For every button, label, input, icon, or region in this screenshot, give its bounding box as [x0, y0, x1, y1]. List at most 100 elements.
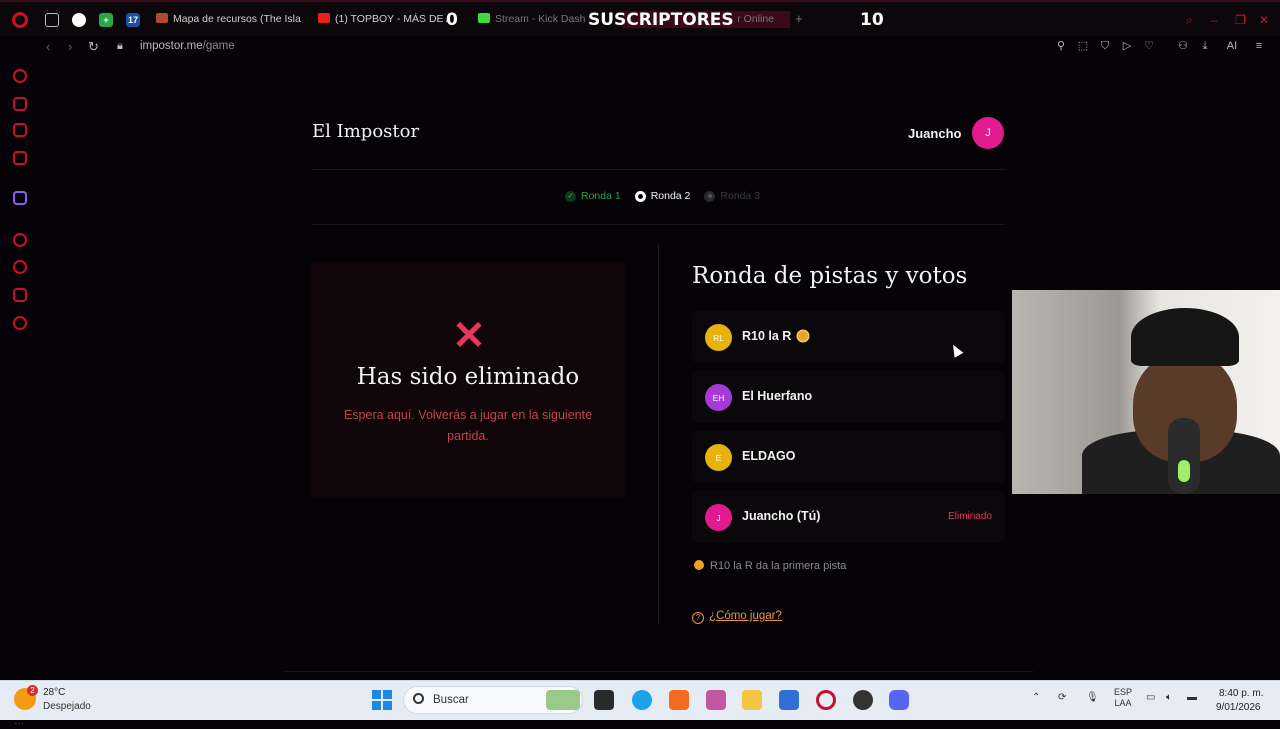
discord-icon[interactable] [889, 690, 909, 710]
tray-sync-icon[interactable]: ⟳ [1058, 692, 1066, 703]
subscriber-count: 0 [446, 10, 458, 30]
tab-youtube[interactable]: (1) TOPBOY - MÁS DE A [318, 13, 450, 25]
player-status-badge: Eliminado [948, 511, 992, 522]
sidebar-twitch-icon[interactable] [13, 191, 27, 205]
forward-icon[interactable]: › [68, 39, 72, 54]
app-title[interactable]: El Impostor [312, 121, 419, 142]
workspaces-icon[interactable] [45, 13, 59, 27]
round-stepper: ✓ Ronda 1 Ronda 2 Ronda 3 [565, 190, 760, 202]
tab-mapa-recursos[interactable]: Mapa de recursos (The Isla [156, 13, 302, 25]
brave-icon[interactable] [669, 690, 689, 710]
github-icon[interactable] [72, 13, 86, 27]
tray-battery-icon[interactable]: ▬ [1187, 692, 1197, 703]
sidebar-settings-icon[interactable] [13, 316, 27, 330]
opera-gx-icon[interactable] [816, 690, 836, 710]
kick-icon [478, 13, 490, 23]
reload-icon[interactable]: ↻ [88, 39, 99, 55]
heart-icon[interactable]: ♡ [1143, 40, 1155, 52]
user-name: Juancho [908, 126, 962, 141]
sidebar-speed-dial-icon[interactable] [13, 69, 27, 83]
webcam-person-cap [1131, 308, 1239, 366]
player-row[interactable]: EH El Huerfano [692, 371, 1005, 423]
copilot-icon[interactable] [706, 690, 726, 710]
player-avatar: E [705, 444, 732, 471]
download-icon[interactable]: ⤓ [1199, 40, 1211, 52]
eliminated-subtitle: Espera aquí. Volverás a jugar en la sigu… [343, 408, 593, 443]
round-title: Ronda de pistas y votos [692, 263, 968, 289]
back-icon[interactable]: ‹ [46, 39, 50, 54]
round-3: Ronda 3 [704, 190, 760, 202]
header-divider [312, 169, 1005, 170]
browser-sidebar: GX ··· [0, 58, 40, 729]
eliminated-title: Has sido eliminado [356, 364, 580, 390]
sidebar-player-icon[interactable] [13, 233, 27, 247]
footer-divider [285, 671, 1033, 672]
sheets-icon[interactable]: + [99, 13, 113, 27]
calendar-icon[interactable]: 17 [126, 13, 140, 27]
play-icon[interactable]: ▷ [1121, 40, 1133, 52]
search-icon [413, 693, 424, 704]
new-tab-icon[interactable]: + [795, 11, 803, 26]
current-round-icon [634, 190, 646, 202]
sun-turn-icon [798, 331, 809, 341]
search-placeholder: Buscar [433, 694, 469, 706]
close-icon[interactable]: ✕ [1259, 13, 1269, 27]
weather-temperature[interactable]: 28°C [43, 687, 65, 698]
player-avatar: J [705, 504, 732, 531]
column-divider [658, 244, 659, 624]
obs-icon[interactable] [853, 690, 873, 710]
player-name: ELDAGO [742, 449, 796, 463]
opera-logo-icon[interactable] [12, 12, 28, 28]
minimize-icon[interactable]: – [1211, 13, 1218, 27]
snapshot-icon[interactable]: ⬚ [1077, 40, 1089, 52]
subscriber-label: SUSCRIPTORES [588, 10, 734, 30]
sidebar-gx-corner-icon[interactable] [13, 97, 27, 111]
player-row[interactable]: J Juancho (Tú) Eliminado [692, 491, 1005, 543]
menu-icon[interactable]: ≡ [1253, 40, 1265, 52]
edge-icon[interactable] [632, 690, 652, 710]
sidebar-extensions-icon[interactable] [13, 288, 27, 302]
tray-volume-icon[interactable]: 🔈︎ [1166, 692, 1172, 703]
windows-start-icon[interactable] [372, 690, 392, 710]
player-row[interactable]: E ELDAGO [692, 431, 1005, 483]
url-field[interactable]: impostor.me/game [140, 40, 235, 52]
question-icon: ? [692, 612, 704, 624]
account-icon[interactable]: ⚇ [1177, 40, 1189, 52]
weather-badge: 2 [27, 685, 38, 696]
player-name: R10 la R [742, 329, 809, 343]
subscriber-goal: 10 [860, 10, 884, 30]
clock-date[interactable]: 9/01/2026 [1216, 702, 1261, 713]
language-indicator[interactable]: ESP LAA [1114, 687, 1132, 709]
search-tabs-icon[interactable]: ⌕ [1186, 13, 1193, 28]
player-avatar: RL [705, 324, 732, 351]
tray-mic-icon[interactable]: 🎙︎ [1086, 692, 1099, 703]
user-avatar[interactable]: J [972, 117, 1004, 149]
tab-kick[interactable]: Stream - Kick Dashb [478, 13, 586, 25]
sidebar-history-icon[interactable] [13, 260, 27, 274]
check-icon: ✓ [565, 190, 576, 202]
sun-icon [694, 560, 704, 570]
tray-chevron-icon[interactable]: ⌃ [1032, 692, 1040, 703]
file-explorer-terminal-icon[interactable] [594, 690, 614, 710]
sidebar-messenger-icon[interactable] [13, 151, 27, 165]
shield-icon[interactable]: ⛉ [1099, 40, 1111, 52]
outlook-icon[interactable] [779, 690, 799, 710]
pin-icon[interactable]: ⚲ [1055, 40, 1067, 52]
round-2: Ronda 2 [634, 190, 690, 202]
eliminated-x-icon: ✕ [452, 314, 486, 358]
youtube-icon [318, 13, 330, 23]
sidebar-cleaner-icon[interactable] [13, 123, 27, 137]
clock-time[interactable]: 8:40 p. m. [1219, 688, 1263, 699]
how-to-play-link[interactable]: ? ¿Cómo jugar? [692, 610, 782, 624]
search-highlight-icon[interactable] [546, 690, 580, 710]
player-name: Juancho (Tú) [742, 509, 821, 523]
maximize-icon[interactable]: ❐ [1235, 13, 1246, 27]
tray-network-icon[interactable]: ▭ [1146, 692, 1155, 703]
round-1: ✓ Ronda 1 [565, 190, 621, 202]
webcam-microphone [1168, 418, 1200, 494]
tab-favicon-icon [156, 13, 168, 23]
upcoming-round-icon [704, 190, 716, 202]
weather-condition[interactable]: Despejado [43, 701, 91, 712]
folder-icon[interactable] [742, 690, 762, 710]
aria-ai-button[interactable]: AI [1220, 40, 1244, 52]
